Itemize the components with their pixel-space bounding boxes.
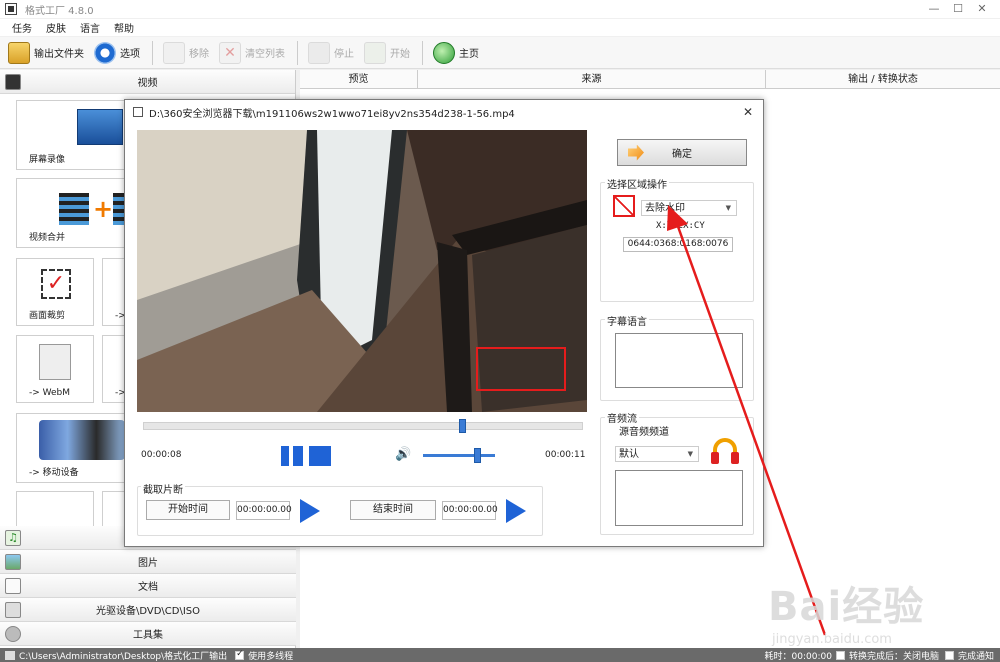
annotation-arrow: [667, 205, 827, 636]
watermark-url: jingyan.baidu.com: [772, 632, 892, 647]
watermark-logo: Bai经验: [768, 584, 925, 630]
baidu-watermark: Bai经验 jingyan.baidu.com: [768, 574, 924, 647]
